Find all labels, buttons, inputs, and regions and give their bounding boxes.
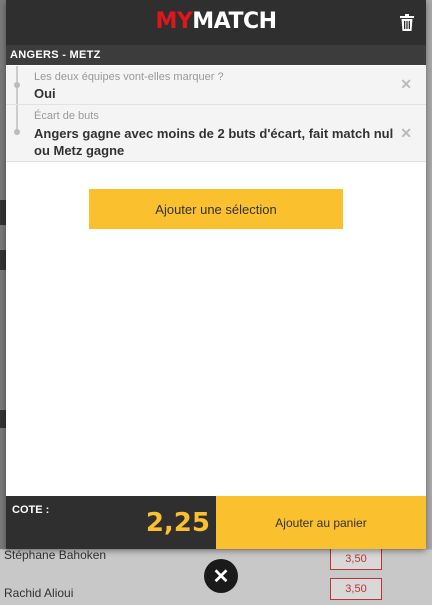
selection-item: Écart de buts Angers gagne avec moins de… bbox=[6, 105, 426, 162]
odds-value: 2,25 bbox=[145, 508, 210, 538]
selection-value: Angers gagne avec moins de 2 buts d'écar… bbox=[34, 126, 394, 158]
remove-selection-icon[interactable]: ✕ bbox=[400, 125, 412, 142]
selection-label: Les deux équipes vont-elles marquer ? bbox=[34, 71, 224, 83]
selection-label: Écart de buts bbox=[34, 110, 99, 122]
player-name: Stéphane Bahoken bbox=[4, 548, 107, 562]
close-modal-icon[interactable]: ✕ bbox=[204, 559, 238, 593]
selection-dot bbox=[14, 129, 20, 135]
selection-value: Oui bbox=[34, 86, 56, 101]
event-title: ANGERS - METZ bbox=[6, 45, 426, 65]
odds-label: COTE : bbox=[12, 504, 50, 516]
odds-box: COTE : 2,25 bbox=[6, 496, 216, 549]
selection-dot bbox=[14, 82, 20, 88]
player-odd-button[interactable]: 3,50 bbox=[330, 578, 382, 600]
logo-my: MY bbox=[155, 9, 193, 34]
modal-footer: COTE : 2,25 Ajouter au panier bbox=[6, 496, 426, 549]
add-to-cart-button[interactable]: Ajouter au panier bbox=[216, 496, 426, 549]
player-odd-button[interactable]: 3,50 bbox=[330, 548, 382, 570]
background-page-edge bbox=[426, 0, 432, 600]
modal-header: MYMATCH bbox=[6, 0, 426, 45]
mymatch-logo: MYMATCH bbox=[6, 9, 426, 35]
selection-item: Les deux équipes vont-elles marquer ? Ou… bbox=[6, 66, 426, 105]
add-selection-button[interactable]: Ajouter une sélection bbox=[89, 189, 343, 229]
player-name: Rachid Alioui bbox=[4, 586, 74, 600]
trash-icon[interactable] bbox=[400, 14, 414, 31]
logo-match: MATCH bbox=[192, 9, 277, 34]
remove-selection-icon[interactable]: ✕ bbox=[400, 76, 412, 93]
mymatch-modal: MYMATCH ANGERS - METZ Les deux équipes v… bbox=[6, 0, 426, 549]
